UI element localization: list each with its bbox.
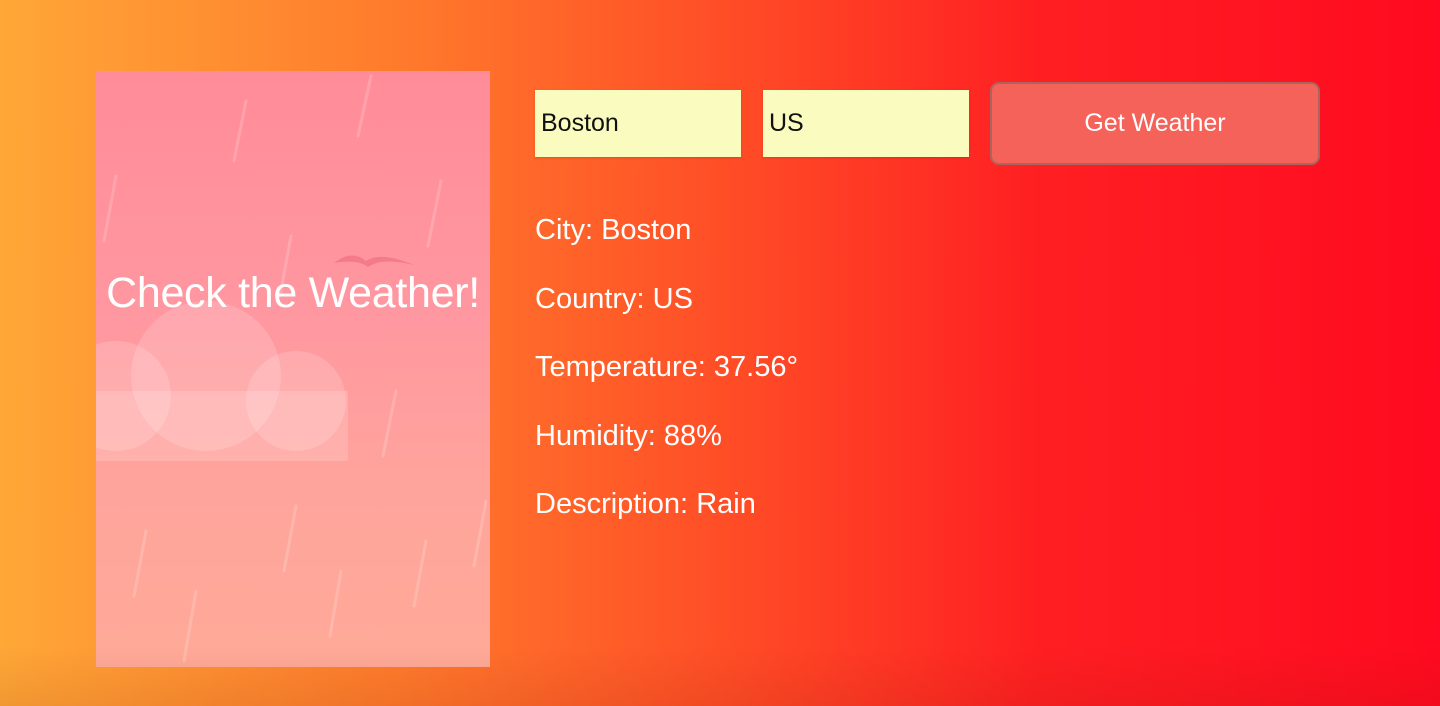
bird-icon [334,255,414,267]
hero-panel: Check the Weather! [96,71,490,667]
country-result-value: US [652,282,693,315]
country-result-label: Country: [535,282,645,315]
description-result-label: Description: [535,488,689,520]
rain-illustration [96,74,488,663]
city-result-value: Boston [601,214,692,246]
get-weather-button[interactable]: Get Weather [990,82,1320,165]
city-input[interactable] [535,90,741,157]
humidity-result: Humidity: 88% [535,416,798,485]
city-result: City: Boston [535,210,798,279]
hero-title: Check the Weather! [106,269,480,317]
temperature-result: Temperature: 37.56° [535,347,798,416]
city-result-label: City: [535,214,593,246]
temperature-result-value: 37.56° [713,351,799,383]
humidity-result-value: 88% [663,419,722,452]
country-result: Country: US [535,279,798,348]
weather-results: City: Boston Country: US Temperature: 37… [535,210,798,553]
temperature-result-label: Temperature: [535,351,706,383]
cloud-icon [96,301,348,461]
country-input[interactable] [763,90,969,157]
description-result: Description: Rain [535,484,798,553]
humidity-result-label: Humidity: [535,419,656,452]
description-result-value: Rain [696,488,756,520]
